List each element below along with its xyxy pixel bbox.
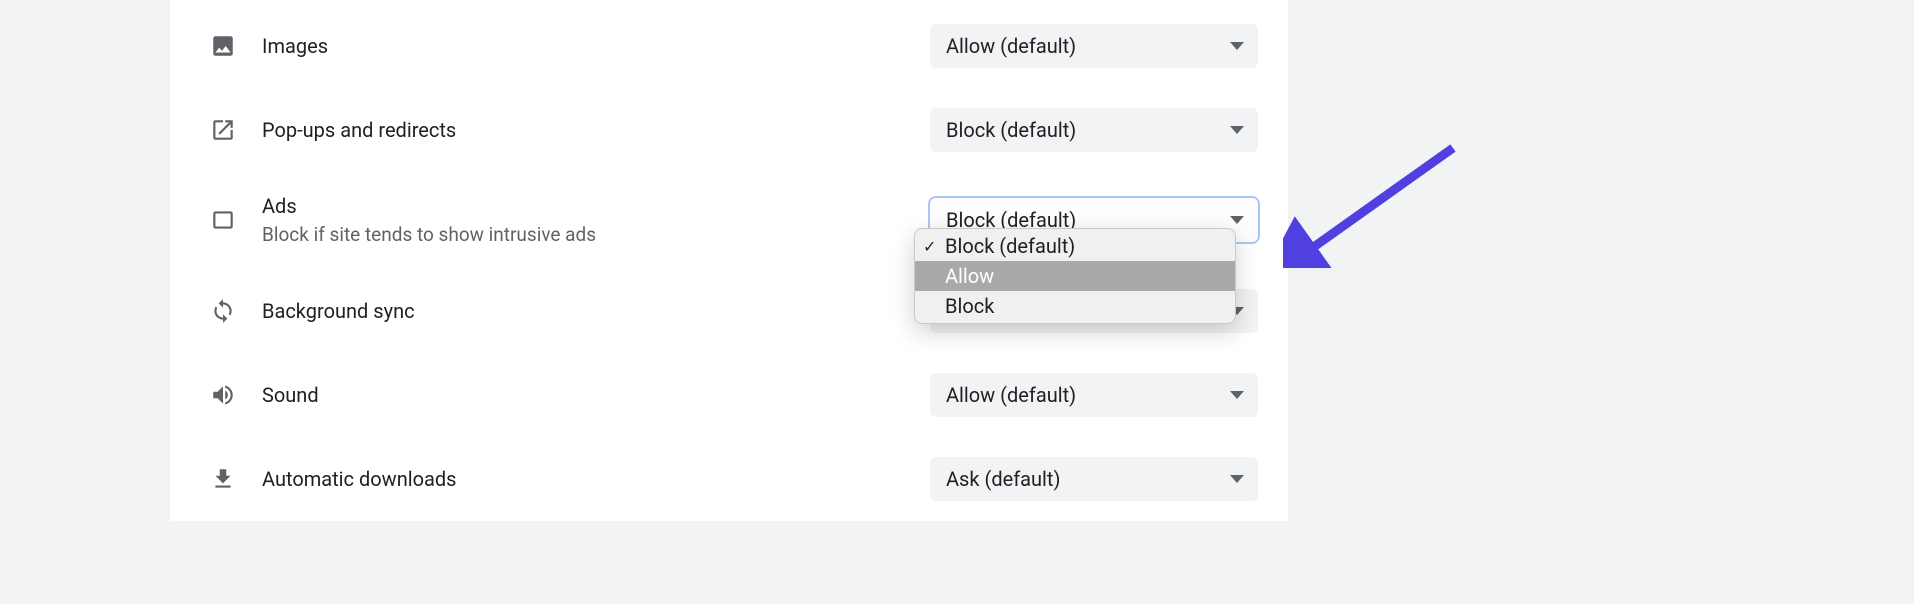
annotation-arrow: [1283, 138, 1463, 268]
option-label: Block (default): [945, 234, 1075, 258]
autodl-select[interactable]: Ask (default): [930, 457, 1258, 501]
option-label: Allow: [945, 264, 994, 288]
chevron-down-icon: [1230, 216, 1244, 224]
ads-icon: [210, 207, 262, 233]
setting-row-images: Images Allow (default): [170, 4, 1288, 88]
ads-dropdown-menu[interactable]: ✓ Block (default) Allow Block: [914, 228, 1236, 324]
images-select[interactable]: Allow (default): [930, 24, 1258, 68]
chevron-down-icon: [1230, 391, 1244, 399]
dropdown-option-allow[interactable]: Allow: [915, 261, 1235, 291]
chevron-down-icon: [1230, 42, 1244, 50]
popup-icon: [210, 117, 262, 143]
setting-label: Sound: [262, 381, 910, 409]
select-value: Block (default): [946, 118, 1076, 142]
setting-label: Pop-ups and redirects: [262, 116, 910, 144]
image-icon: [210, 33, 262, 59]
select-value: Ask (default): [946, 467, 1060, 491]
setting-sublabel: Block if site tends to show intrusive ad…: [262, 222, 910, 249]
popups-select[interactable]: Block (default): [930, 108, 1258, 152]
setting-row-sound: Sound Allow (default): [170, 353, 1288, 437]
sync-icon: [210, 298, 262, 324]
download-icon: [210, 466, 262, 492]
select-value: Allow (default): [946, 34, 1076, 58]
setting-row-autodl: Automatic downloads Ask (default): [170, 437, 1288, 521]
sound-select[interactable]: Allow (default): [930, 373, 1258, 417]
setting-label: Automatic downloads: [262, 465, 910, 493]
chevron-down-icon: [1230, 126, 1244, 134]
sound-icon: [210, 382, 262, 408]
setting-label: Background sync: [262, 297, 910, 325]
dropdown-option-block-default[interactable]: ✓ Block (default): [915, 231, 1235, 261]
select-value: Allow (default): [946, 383, 1076, 407]
setting-row-popups: Pop-ups and redirects Block (default): [170, 88, 1288, 172]
setting-label: Ads: [262, 192, 910, 220]
dropdown-option-block[interactable]: Block: [915, 291, 1235, 321]
check-icon: ✓: [923, 237, 936, 256]
option-label: Block: [945, 294, 994, 318]
setting-label: Images: [262, 32, 910, 60]
chevron-down-icon: [1230, 475, 1244, 483]
